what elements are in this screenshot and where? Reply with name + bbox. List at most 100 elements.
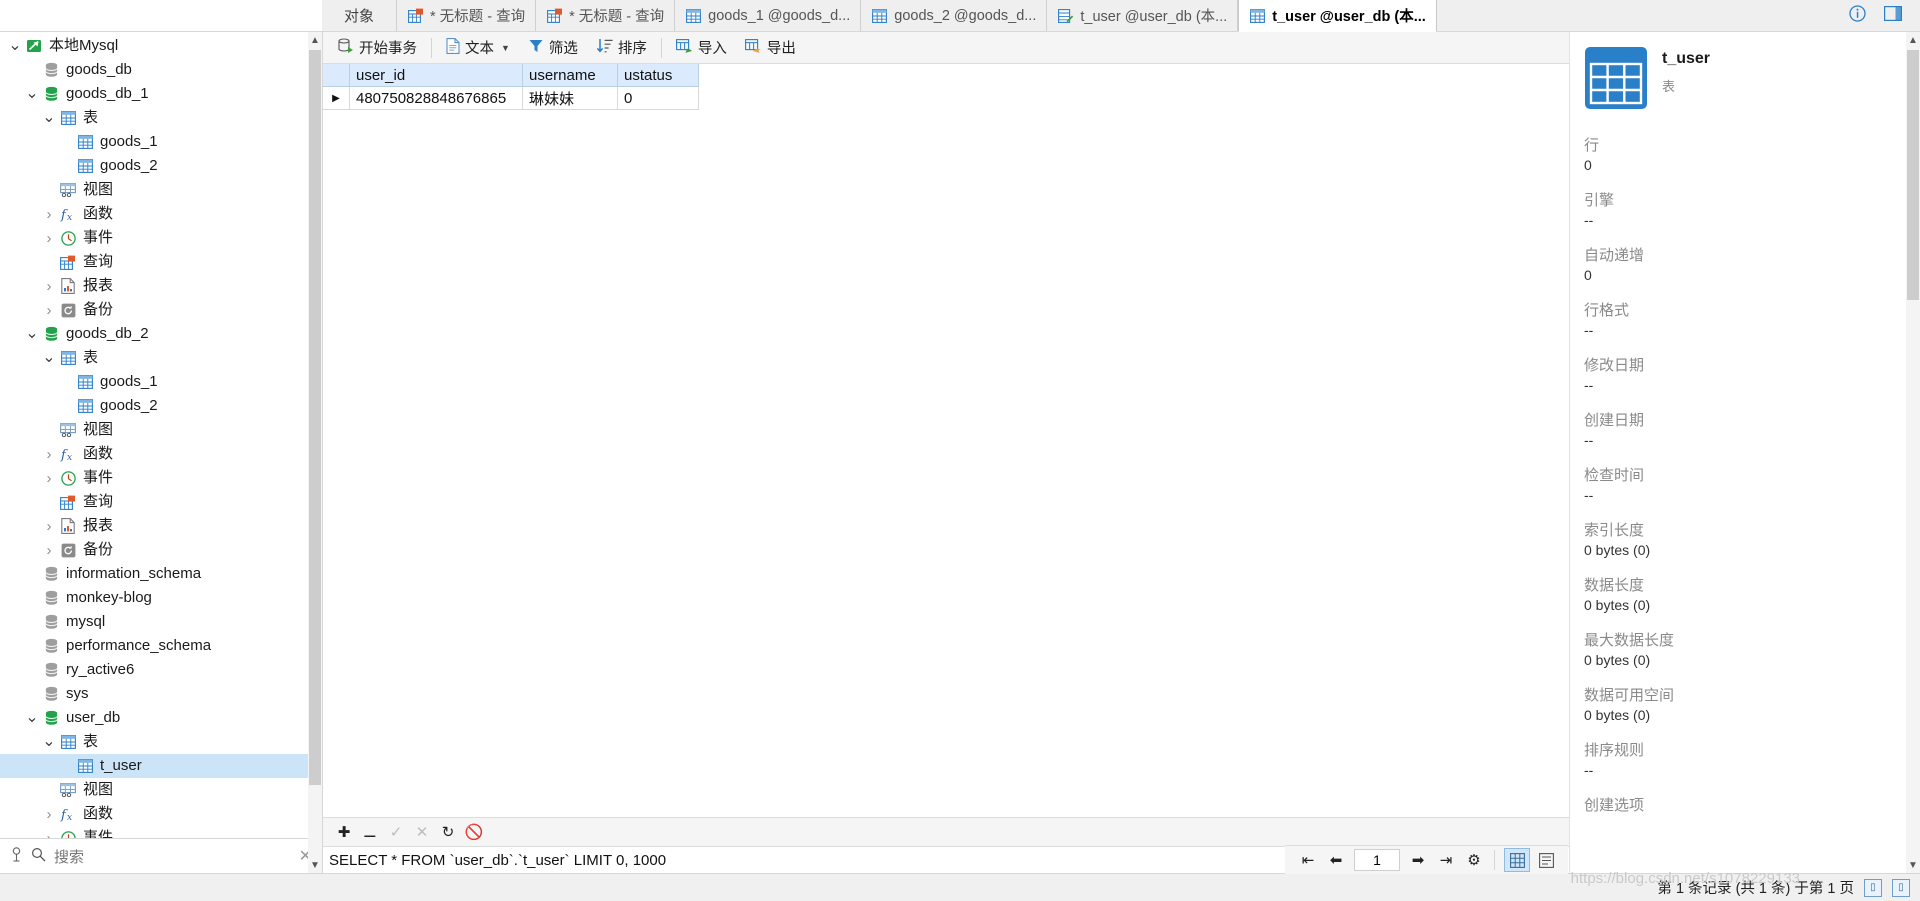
info-scroll-down-arrow[interactable]: ▼ — [1906, 857, 1920, 873]
chevron-right-icon[interactable]: › — [40, 302, 58, 319]
chevron-right-icon[interactable]: › — [40, 230, 58, 247]
sort-button[interactable]: 排序 — [587, 35, 656, 60]
chevron-right-icon[interactable]: › — [40, 278, 58, 295]
table-cell[interactable]: 480750828848676865 — [349, 86, 523, 110]
tree-node[interactable]: 视图 — [0, 778, 322, 802]
chevron-down-icon[interactable]: ⌄ — [40, 350, 58, 366]
chevron-right-icon[interactable]: › — [40, 830, 58, 839]
chevron-down-icon[interactable]: ⌄ — [40, 110, 58, 126]
chevron-down-icon[interactable]: ⌄ — [23, 86, 41, 102]
cancel-change-button[interactable]: ✕ — [409, 821, 435, 843]
tree-node[interactable]: goods_1 — [0, 130, 322, 154]
tree-node[interactable]: › 报表 — [0, 514, 322, 538]
column-header[interactable]: ustatus — [617, 64, 699, 87]
chevron-down-icon[interactable]: ⌄ — [23, 710, 41, 726]
tree-node[interactable]: ⌄ goods_db_2 — [0, 322, 322, 346]
tree-node[interactable]: › 事件 — [0, 226, 322, 250]
chevron-right-icon[interactable]: › — [40, 518, 58, 535]
filter-button[interactable]: 筛选 — [519, 35, 587, 60]
apply-change-button[interactable]: ✓ — [383, 821, 409, 843]
tree-node[interactable]: t_user — [0, 754, 322, 778]
table-cell[interactable]: 琳妹妹 — [522, 86, 618, 110]
scroll-down-arrow[interactable]: ▼ — [308, 857, 322, 873]
tree-node[interactable]: information_schema — [0, 562, 322, 586]
tree-node[interactable]: 查询 — [0, 250, 322, 274]
chevron-down-icon[interactable]: ⌄ — [6, 38, 24, 54]
tree-node[interactable]: 视图 — [0, 418, 322, 442]
tree-node[interactable]: mysql — [0, 610, 322, 634]
text-button[interactable]: 文本 ▼ — [437, 35, 519, 60]
info-panel-scrollbar[interactable]: ▲ ▼ — [1906, 32, 1920, 873]
chevron-down-icon[interactable]: ▼ — [501, 43, 510, 53]
page-number-input[interactable]: 1 — [1354, 849, 1400, 871]
stop-button[interactable]: 🚫 — [461, 821, 487, 843]
tree-node[interactable]: ⌄ 表 — [0, 346, 322, 370]
delete-record-button[interactable]: ⚊ — [357, 821, 383, 843]
info-scroll-up-arrow[interactable]: ▲ — [1906, 32, 1920, 48]
tree-node[interactable]: › 事件 — [0, 826, 322, 838]
last-page-button[interactable]: ⇥ — [1433, 849, 1459, 871]
data-grid[interactable]: user_id username ustatus ▶ 48075082884867686… — [323, 64, 699, 110]
tree-node[interactable]: › 事件 — [0, 466, 322, 490]
prev-page-button[interactable]: ⬅ — [1323, 849, 1349, 871]
chevron-down-icon[interactable]: ⌄ — [40, 734, 58, 750]
column-header[interactable]: username — [522, 64, 618, 87]
info-icon[interactable] — [1849, 5, 1866, 26]
tree-node[interactable]: sys — [0, 682, 322, 706]
tree-node[interactable]: goods_1 — [0, 370, 322, 394]
tab-item[interactable]: goods_2 @goods_d... — [861, 0, 1048, 31]
sidebar-search-bar[interactable]: 搜索 ✕ — [0, 838, 322, 873]
info-panel-scrollbar-thumb[interactable] — [1907, 50, 1919, 300]
tree-node[interactable]: › 报表 — [0, 274, 322, 298]
sidebar-scrollbar[interactable]: ▲ ▼ — [308, 32, 322, 873]
chevron-right-icon[interactable]: › — [40, 542, 58, 559]
scroll-up-arrow[interactable]: ▲ — [308, 32, 322, 48]
tree-node[interactable]: ⌄ 表 — [0, 730, 322, 754]
chevron-right-icon[interactable]: › — [40, 470, 58, 487]
tree-node[interactable]: 视图 — [0, 178, 322, 202]
settings-gear-icon[interactable]: ⚙ — [1461, 849, 1487, 871]
layout-panel-icon[interactable]: ▯ — [1892, 878, 1910, 897]
tree-node[interactable]: ⌄ goods_db_1 — [0, 82, 322, 106]
tab-item[interactable]: * 无标题 - 查询 — [397, 0, 537, 31]
search-input[interactable]: 搜索 — [54, 846, 291, 867]
export-button[interactable]: 导出 — [736, 35, 805, 60]
chevron-right-icon[interactable]: › — [40, 806, 58, 823]
refresh-button[interactable]: ↻ — [435, 821, 461, 843]
tree-node[interactable]: › 备份 — [0, 538, 322, 562]
tree-node[interactable]: goods_db — [0, 58, 322, 82]
filter-icon[interactable] — [10, 846, 23, 866]
first-page-button[interactable]: ⇤ — [1295, 849, 1321, 871]
row-selector-icon[interactable]: ▶ — [323, 86, 350, 110]
object-tree[interactable]: ⌄ 本地Mysql goods_db ⌄ goods_db_1 ⌄ 表 goods_1 good… — [0, 32, 322, 838]
tree-node[interactable]: › f x 函数 — [0, 442, 322, 466]
tree-node[interactable]: ry_active6 — [0, 658, 322, 682]
panel-toggle-icon[interactable] — [1884, 6, 1902, 25]
next-page-button[interactable]: ➡ — [1405, 849, 1431, 871]
tab-item[interactable]: * 无标题 - 查询 — [536, 0, 676, 31]
chevron-right-icon[interactable]: › — [40, 446, 58, 463]
tree-node[interactable]: 查询 — [0, 490, 322, 514]
begin-transaction-button[interactable]: 开始事务 — [329, 35, 426, 60]
tab-item[interactable]: goods_1 @goods_d... — [675, 0, 862, 31]
grid-view-button[interactable] — [1504, 848, 1530, 872]
grid-corner-cell[interactable] — [323, 64, 350, 87]
tree-node[interactable]: monkey-blog — [0, 586, 322, 610]
tree-node[interactable]: › 备份 — [0, 298, 322, 322]
chevron-down-icon[interactable]: ⌄ — [23, 326, 41, 342]
tree-node[interactable]: goods_2 — [0, 154, 322, 178]
tree-node[interactable]: ⌄ 表 — [0, 106, 322, 130]
tab-item[interactable]: t_user @user_db (本... — [1238, 0, 1437, 32]
tree-node[interactable]: performance_schema — [0, 634, 322, 658]
tab-item[interactable]: t_user @user_db (本... — [1047, 0, 1239, 31]
column-header[interactable]: user_id — [349, 64, 523, 87]
layout-split-icon[interactable]: ▯ — [1864, 878, 1882, 897]
chevron-right-icon[interactable]: › — [40, 206, 58, 223]
sidebar-scrollbar-thumb[interactable] — [309, 50, 321, 785]
import-button[interactable]: 导入 — [667, 35, 736, 60]
table-row[interactable]: ▶ 480750828848676865 琳妹妹 0 — [323, 86, 699, 110]
tab-objects[interactable]: 对象 — [322, 0, 398, 31]
tree-node[interactable]: ⌄ user_db — [0, 706, 322, 730]
tree-node[interactable]: › f x 函数 — [0, 802, 322, 826]
tree-node[interactable]: ⌄ 本地Mysql — [0, 34, 322, 58]
